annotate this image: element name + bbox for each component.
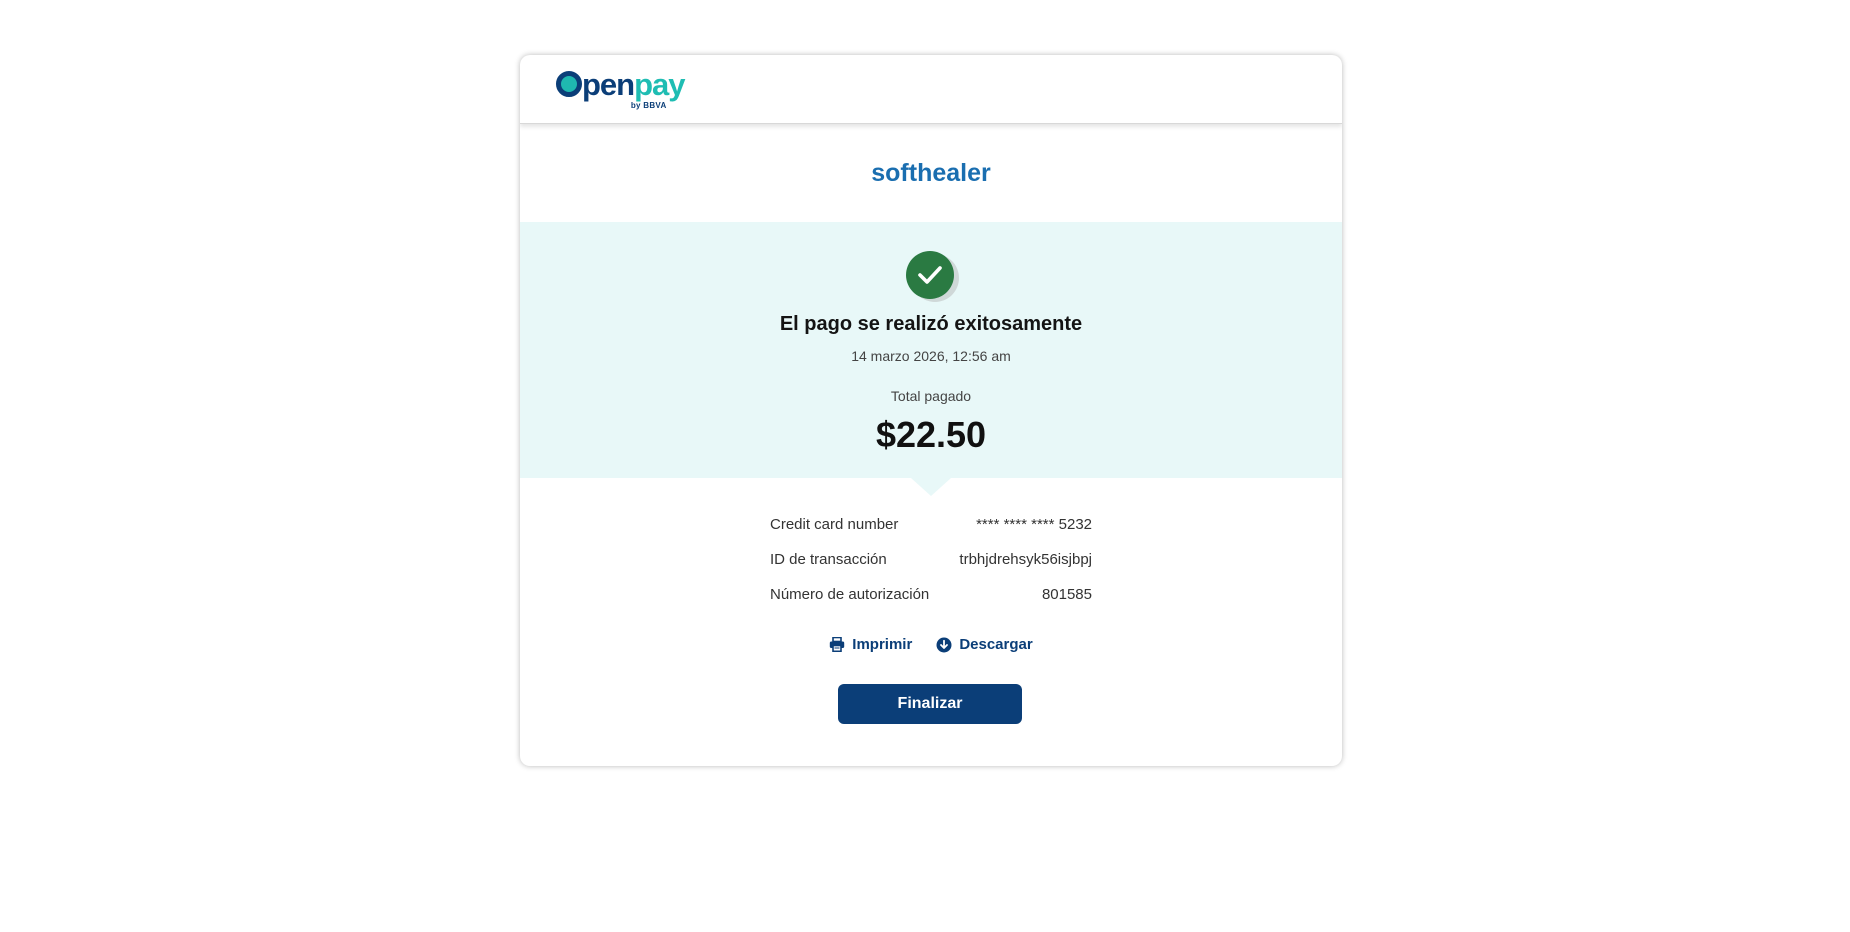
detail-label: Número de autorización xyxy=(770,586,930,603)
receipt-actions: Imprimir Descargar xyxy=(520,636,1342,653)
openpay-logo-mark xyxy=(556,71,582,97)
detail-label: ID de transacción xyxy=(770,551,887,568)
print-button[interactable]: Imprimir xyxy=(829,636,912,653)
print-label: Imprimir xyxy=(852,636,913,653)
payment-receipt-card: penpay by BBVA softhealer El pago se rea… xyxy=(520,55,1342,766)
logo-by-bbva: by BBVA xyxy=(630,101,667,110)
total-amount: $22.50 xyxy=(875,414,987,455)
card-header: penpay by BBVA xyxy=(520,55,1342,124)
success-panel: El pago se realizó exitosamente 14 marzo… xyxy=(520,222,1342,496)
merchant-name: softhealer xyxy=(871,159,991,187)
transaction-details: Credit card number **** **** **** 5232 I… xyxy=(770,516,1092,621)
payment-date: 14 marzo 2026, 12:56 am xyxy=(851,348,1011,364)
detail-row-card-number: Credit card number **** **** **** 5232 xyxy=(770,516,1092,551)
success-title: El pago se realizó exitosamente xyxy=(779,313,1083,335)
download-label: Descargar xyxy=(959,636,1033,653)
detail-row-authorization: Número de autorización 801585 xyxy=(770,586,1092,621)
download-button[interactable]: Descargar xyxy=(936,636,1033,653)
detail-row-transaction-id: ID de transacción trbhjdrehsyk56isjbpj xyxy=(770,551,1092,586)
detail-label: Credit card number xyxy=(770,516,899,533)
check-icon xyxy=(906,251,954,299)
finish-button[interactable]: Finalizar xyxy=(838,684,1022,724)
detail-value: trbhjdrehsyk56isjbpj xyxy=(959,551,1092,568)
total-label: Total pagado xyxy=(890,388,972,404)
detail-value: **** **** **** 5232 xyxy=(976,516,1092,533)
openpay-logo-text: penpay xyxy=(582,67,686,102)
printer-icon xyxy=(829,637,845,652)
download-icon xyxy=(936,637,952,653)
openpay-logo: penpay by BBVA xyxy=(556,67,686,110)
detail-value: 801585 xyxy=(1041,586,1092,603)
